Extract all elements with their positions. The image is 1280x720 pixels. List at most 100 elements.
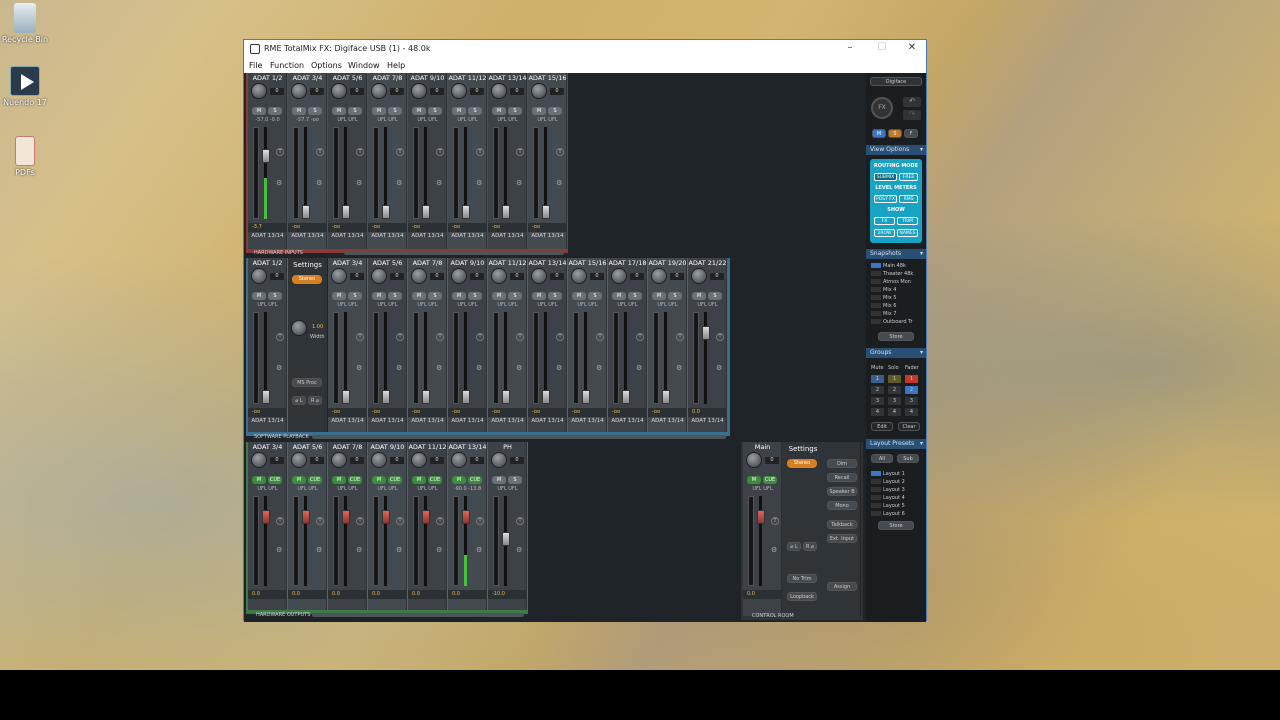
gain-knob-icon[interactable]	[411, 452, 427, 468]
layout-item[interactable]: Layout 5	[871, 503, 923, 510]
channel-name[interactable]: ADAT 3/4	[328, 259, 367, 267]
solo-button[interactable]: S	[628, 292, 642, 300]
row3-scrollbar[interactable]	[312, 613, 524, 617]
trim-button[interactable]: T	[276, 148, 284, 156]
fader-track[interactable]	[493, 312, 499, 404]
settings-wrench-icon[interactable]: ⚙	[771, 546, 777, 554]
menu-help[interactable]: Help	[387, 61, 405, 70]
snapshots-header[interactable]: Snapshots ▾	[866, 249, 926, 259]
trim-button[interactable]: T	[276, 517, 284, 525]
group-cell[interactable]: 4	[888, 408, 901, 416]
fader-track[interactable]	[293, 496, 299, 586]
layout-store-button[interactable]: Store	[878, 521, 914, 530]
gain-knob-icon[interactable]	[411, 83, 427, 99]
fader-handle[interactable]	[382, 205, 390, 219]
group-cell[interactable]: 4	[871, 408, 884, 416]
gain-knob-icon[interactable]	[531, 83, 547, 99]
postfx-button[interactable]: POST FX	[874, 195, 897, 203]
stereo-button[interactable]: Stereo	[292, 275, 322, 284]
trim-button[interactable]: T	[396, 148, 404, 156]
cue-button[interactable]: CUE	[388, 476, 402, 484]
routing-label[interactable]: ADAT 13/14	[448, 418, 487, 424]
settings-wrench-icon[interactable]: ⚙	[516, 364, 522, 372]
mute-button[interactable]: M	[372, 476, 386, 484]
fader-handle[interactable]	[342, 510, 350, 524]
trim-button[interactable]: T	[636, 333, 644, 341]
fader-handle[interactable]	[262, 390, 270, 404]
routing-label[interactable]: ADAT 13/14	[488, 233, 527, 239]
routing-label[interactable]: ADAT 13/14	[328, 233, 367, 239]
settings-wrench-icon[interactable]: ⚙	[276, 179, 282, 187]
settings-wrench-icon[interactable]: ⚙	[556, 179, 562, 187]
trim-button[interactable]: T	[556, 148, 564, 156]
routing-label[interactable]: ADAT 13/14	[528, 418, 567, 424]
fader-track[interactable]	[253, 312, 259, 404]
solo-button[interactable]: S	[708, 292, 722, 300]
channel-name[interactable]: ADAT 11/12	[408, 443, 447, 451]
group-cell[interactable]: 1	[888, 375, 901, 383]
routing-label[interactable]: ADAT 13/14	[248, 233, 287, 239]
layout-all-button[interactable]: All	[871, 454, 893, 463]
mute-button[interactable]: M	[452, 292, 466, 300]
mute-button[interactable]: M	[492, 107, 506, 115]
mute-button[interactable]: M	[572, 292, 586, 300]
settings-wrench-icon[interactable]: ⚙	[436, 364, 442, 372]
trim-button[interactable]: T	[676, 333, 684, 341]
mute-button[interactable]: M	[332, 107, 346, 115]
layout-item[interactable]: Layout 6	[871, 511, 923, 518]
gain-knob-icon[interactable]	[371, 83, 387, 99]
recycle-bin-icon[interactable]: Recycle Bin	[0, 3, 55, 44]
channel-name[interactable]: ADAT 19/20	[648, 259, 687, 267]
routing-label[interactable]: ADAT 13/14	[568, 418, 607, 424]
snapshot-item[interactable]: Theater 48k	[871, 271, 923, 278]
settings-wrench-icon[interactable]: ⚙	[396, 179, 402, 187]
trim-button[interactable]: T	[476, 148, 484, 156]
gain-knob-icon[interactable]	[251, 83, 267, 99]
fader-track[interactable]	[333, 312, 339, 404]
trim-button[interactable]: T	[516, 148, 524, 156]
cr-recall-button[interactable]: Recall	[827, 473, 857, 482]
fader-track[interactable]	[653, 312, 659, 404]
settings-wrench-icon[interactable]: ⚙	[436, 546, 442, 554]
settings-wrench-icon[interactable]: ⚙	[436, 179, 442, 187]
settings-wrench-icon[interactable]: ⚙	[676, 364, 682, 372]
routing-label[interactable]: ADAT 13/14	[248, 418, 287, 424]
menu-function[interactable]: Function	[270, 61, 304, 70]
settings-wrench-icon[interactable]: ⚙	[396, 364, 402, 372]
group-cell[interactable]: 2	[905, 386, 918, 394]
mute-button[interactable]: M	[412, 107, 426, 115]
fader-track[interactable]	[573, 312, 579, 404]
cr-talkback-button[interactable]: Talkback	[827, 520, 857, 529]
fader-handle[interactable]	[422, 205, 430, 219]
snapshot-item[interactable]: Atmos Mon	[871, 279, 923, 286]
channel-name[interactable]: ADAT 5/6	[288, 443, 327, 451]
trim-button[interactable]: T	[436, 148, 444, 156]
fader-track[interactable]	[453, 127, 459, 219]
free-button[interactable]: FREE	[899, 173, 918, 181]
cr-phase-right-button[interactable]: R ⌀	[803, 542, 817, 551]
cr-mono-button[interactable]: Mono	[827, 501, 857, 510]
fader-handle[interactable]	[702, 326, 710, 340]
fader-handle[interactable]	[302, 510, 310, 524]
settings-wrench-icon[interactable]: ⚙	[316, 179, 322, 187]
trim-button[interactable]: T	[396, 517, 404, 525]
trim-button[interactable]: T	[476, 333, 484, 341]
settings-wrench-icon[interactable]: ⚙	[476, 364, 482, 372]
solo-button[interactable]: S	[388, 107, 402, 115]
close-icon[interactable]: ✕	[904, 42, 920, 55]
fader-track[interactable]	[373, 312, 379, 404]
cr-speaker_b-button[interactable]: Speaker B	[827, 487, 857, 496]
fader-track[interactable]	[413, 127, 419, 219]
channel-name[interactable]: ADAT 1/2	[248, 259, 287, 267]
trim-button[interactable]: T	[436, 517, 444, 525]
trim-button[interactable]: T	[276, 333, 284, 341]
gain-knob-icon[interactable]	[491, 452, 507, 468]
channel-name[interactable]: ADAT 3/4	[248, 443, 287, 451]
fader-handle[interactable]	[382, 510, 390, 524]
routing-label[interactable]: ADAT 13/14	[688, 418, 727, 424]
channel-name[interactable]: ADAT 9/10	[448, 259, 487, 267]
routing-label[interactable]: ADAT 13/14	[368, 418, 407, 424]
channel-name[interactable]: PH	[488, 443, 527, 451]
layout-item[interactable]: Layout 1	[871, 471, 923, 478]
mute-button[interactable]: M	[492, 292, 506, 300]
